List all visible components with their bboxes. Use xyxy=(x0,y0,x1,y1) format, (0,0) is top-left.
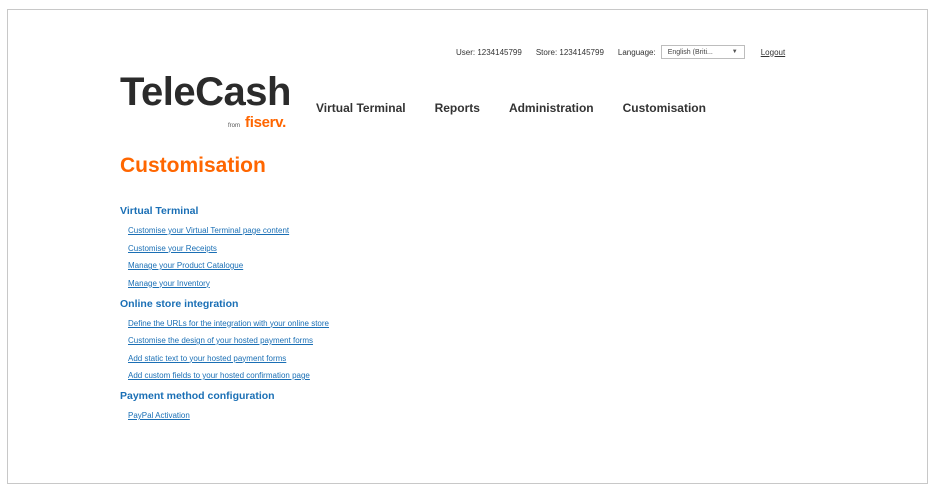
link-customise-receipts[interactable]: Customise your Receipts xyxy=(128,244,329,253)
link-list: Define the URLs for the integration with… xyxy=(128,319,329,381)
section-payment-method-configuration: Payment method configuration PayPal Acti… xyxy=(120,390,329,420)
link-customise-payment-form-design[interactable]: Customise the design of your hosted paym… xyxy=(128,336,329,345)
user-id-label: User: 1234145799 xyxy=(456,47,522,57)
telecash-logo[interactable]: TeleCash xyxy=(120,70,291,114)
logout-link[interactable]: Logout xyxy=(761,48,785,57)
store-id-label: Store: 1234145799 xyxy=(535,47,604,57)
link-define-integration-urls[interactable]: Define the URLs for the integration with… xyxy=(128,319,329,328)
user-utility-bar: User: 1234145799 Store: 1234145799 Langu… xyxy=(456,44,785,60)
chevron-down-icon: ▼ xyxy=(731,49,738,55)
link-list: PayPal Activation xyxy=(128,411,329,420)
nav-customisation[interactable]: Customisation xyxy=(623,101,706,115)
nav-virtual-terminal[interactable]: Virtual Terminal xyxy=(316,101,406,115)
nav-administration[interactable]: Administration xyxy=(509,101,594,115)
customisation-sections: Virtual Terminal Customise your Virtual … xyxy=(120,205,329,430)
language-select[interactable]: English (Briti... ▼ xyxy=(660,45,745,59)
section-title: Virtual Terminal xyxy=(120,205,199,217)
logo-from-text: from xyxy=(228,123,240,129)
link-manage-product-catalogue[interactable]: Manage your Product Catalogue xyxy=(128,261,329,270)
section-online-store-integration: Online store integration Define the URLs… xyxy=(120,298,329,381)
link-paypal-activation[interactable]: PayPal Activation xyxy=(128,411,329,420)
section-virtual-terminal: Virtual Terminal Customise your Virtual … xyxy=(120,205,329,288)
link-customise-vt-page-content[interactable]: Customise your Virtual Terminal page con… xyxy=(128,226,329,235)
nav-reports[interactable]: Reports xyxy=(435,101,480,115)
language-label: Language: xyxy=(617,47,656,57)
link-manage-inventory[interactable]: Manage your Inventory xyxy=(128,279,329,288)
section-title: Payment method configuration xyxy=(120,390,275,402)
main-nav: Virtual Terminal Reports Administration … xyxy=(316,101,735,115)
fiserv-logo: from fiserv. xyxy=(228,114,286,131)
link-list: Customise your Virtual Terminal page con… xyxy=(128,226,329,288)
language-select-value: English (Briti... xyxy=(667,48,713,56)
fiserv-brand-text: fiserv. xyxy=(245,114,286,131)
link-add-custom-fields[interactable]: Add custom fields to your hosted confirm… xyxy=(128,371,329,380)
link-add-static-text[interactable]: Add static text to your hosted payment f… xyxy=(128,354,329,363)
page-title: Customisation xyxy=(120,154,266,177)
section-title: Online store integration xyxy=(120,297,239,310)
